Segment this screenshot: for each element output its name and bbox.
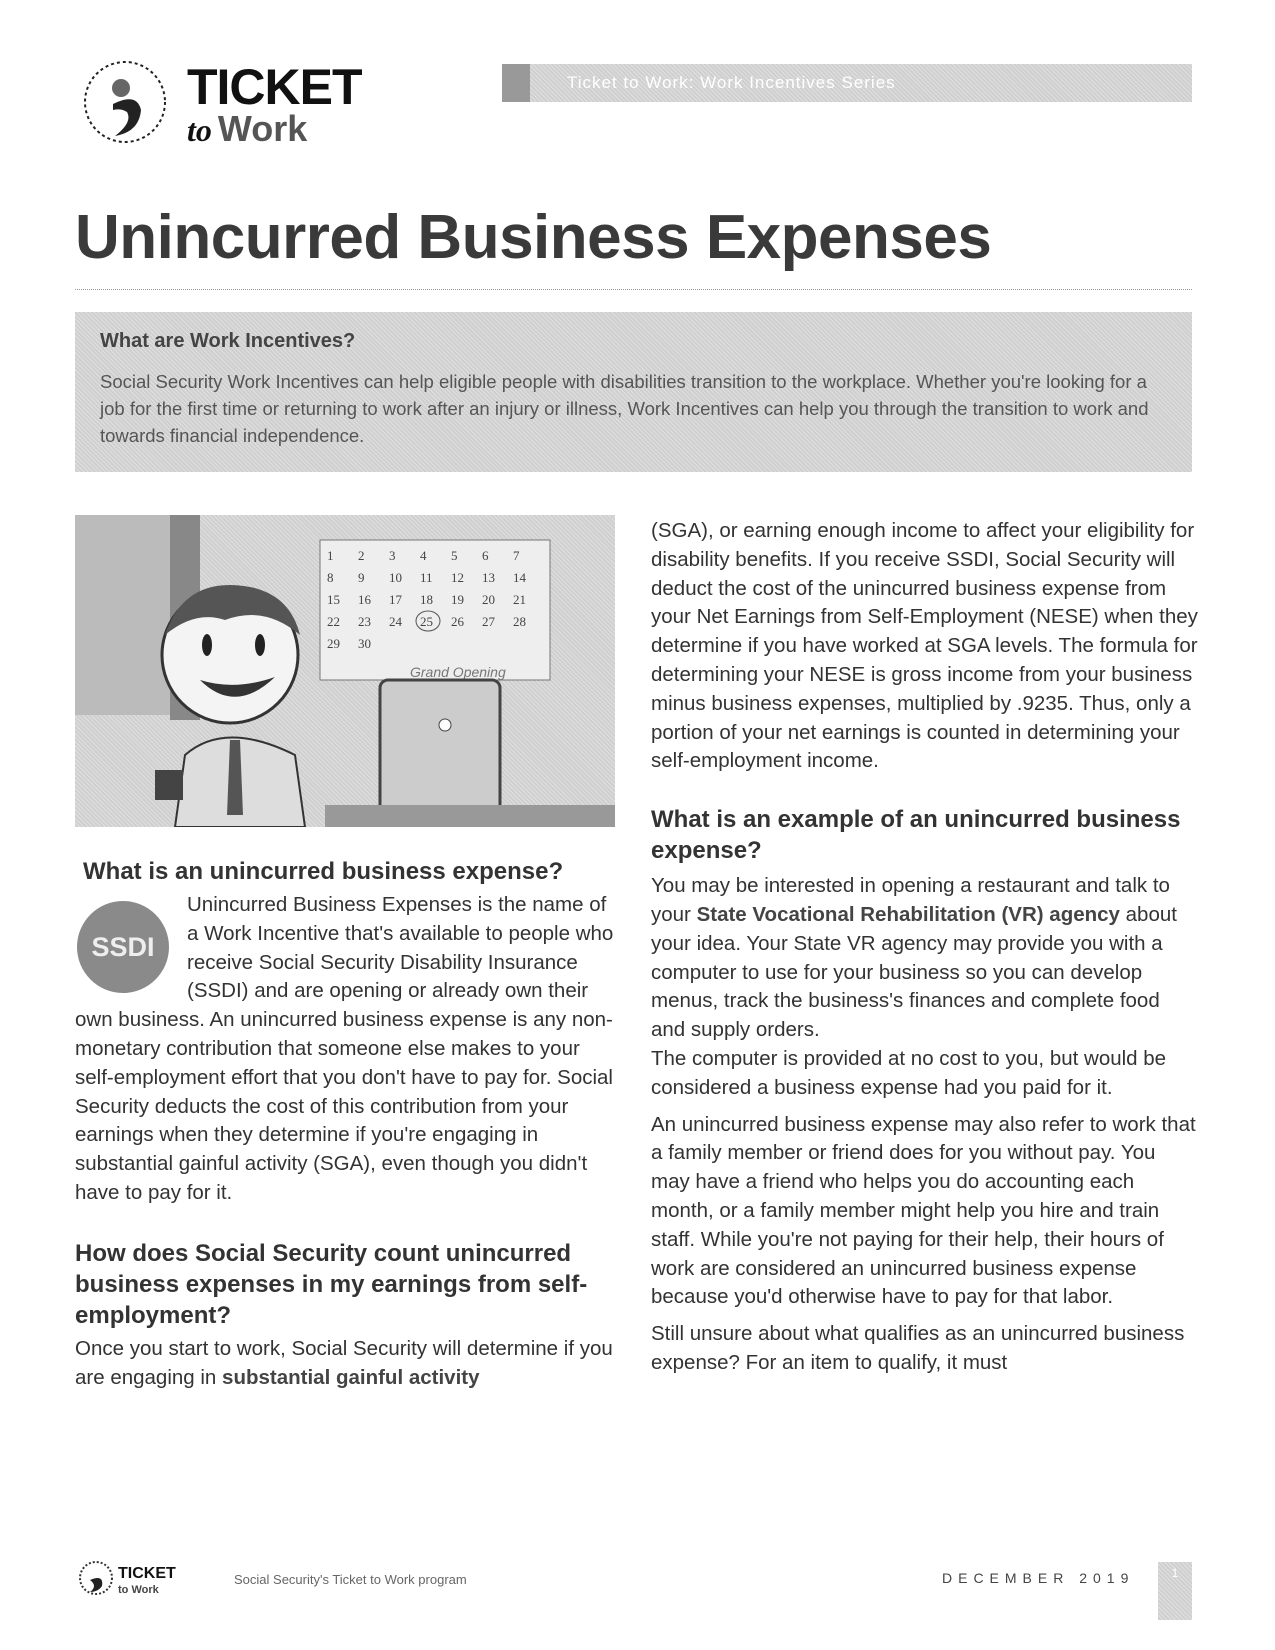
link-vr-agency[interactable]: State Vocational Rehabilitation (VR) age… — [697, 903, 1120, 926]
calendar-day: 2 — [358, 548, 365, 563]
intro-box: What are Work Incentives? Social Securit… — [75, 312, 1192, 472]
paragraph: The computer is provided at no cost to y… — [651, 1046, 1167, 1099]
calendar-icon: 1 2 3 4 5 6 78 9 10 11 12 13 1415 16 17 18 19 20 2122 23 24 2… — [319, 539, 551, 681]
paragraph: (SGA), or earning enough income to affec… — [651, 519, 1198, 773]
calendar-day: 21 — [513, 592, 526, 607]
paragraph: An unincurred business expense may also … — [651, 1112, 1196, 1309]
calendar-day: 25 — [420, 614, 433, 629]
calendar-day: 1 — [327, 548, 334, 563]
calendar-day: 5 — [451, 548, 458, 563]
calendar-day: 13 — [482, 570, 495, 585]
svg-text:TICKET: TICKET — [118, 1565, 176, 1582]
ssdi-badge: SSDI — [77, 901, 169, 993]
right-column: (SGA), or earning enough income to affec… — [651, 517, 1199, 1386]
intro-body: Social Security Work Incentives can help… — [100, 371, 1149, 446]
footer-logo: TICKET to Work — [78, 1558, 188, 1598]
calendar-day: 16 — [358, 592, 372, 607]
calendar-day: 8 — [327, 570, 334, 585]
person-icon — [160, 585, 307, 828]
footer-program: Social Security's Ticket to Work program — [234, 1572, 467, 1587]
page-number: 1 — [1158, 1562, 1192, 1620]
calendar-day: 17 — [389, 592, 403, 607]
section-heading: What is an example of an unincurred busi… — [651, 806, 1181, 865]
mug-icon — [155, 770, 183, 800]
calendar-note: Grand Opening — [410, 664, 506, 680]
series-banner: Ticket to Work: Work Incentives Series — [502, 64, 1192, 102]
calendar-day: 19 — [451, 592, 464, 607]
section-heading: How does Social Security count unincurre… — [75, 1239, 588, 1329]
logo-to-work: to Work — [187, 108, 308, 149]
calendar-day: 14 — [513, 570, 527, 585]
calendar-day: 23 — [358, 614, 371, 629]
paragraph: Still unsure about what qualifies as an … — [651, 1322, 1185, 1374]
paragraph: Once you start to work, Social Security … — [75, 1336, 613, 1389]
paragraph: You may be interested in opening a resta… — [651, 874, 1177, 1042]
intro-heading: What are Work Incentives? — [100, 330, 356, 352]
calendar-day: 6 — [482, 548, 489, 563]
laptop-icon — [325, 678, 615, 827]
ssa-seal-icon — [84, 61, 166, 143]
calendar-day: 15 — [327, 592, 340, 607]
calendar-day: 24 — [389, 614, 403, 629]
calendar-day: 22 — [327, 614, 340, 629]
calendar-day: 27 — [482, 614, 496, 629]
calendar-day: 29 — [327, 636, 340, 651]
divider — [75, 289, 1192, 290]
calendar-day: 18 — [420, 592, 433, 607]
calendar-day: 4 — [420, 548, 427, 563]
calendar-day: 9 — [358, 570, 365, 585]
calendar-day: 3 — [389, 548, 396, 563]
footer-date: DECEMBER 2019 — [942, 1570, 1135, 1586]
left-column: What is an unincurred business expense? … — [75, 856, 620, 1400]
calendar-day: 10 — [389, 570, 402, 585]
calendar-day: 26 — [451, 614, 465, 629]
calendar-day: 7 — [513, 548, 520, 563]
calendar-day: 20 — [482, 592, 495, 607]
section-heading: What is an unincurred business expense? — [83, 858, 564, 885]
svg-text:to Work: to Work — [118, 1584, 160, 1596]
illustration: 1 2 3 4 5 6 7 8 9 10 11 12 13 14 15 16 17 18 19 20 21 22 23 24 2… — [75, 515, 615, 828]
calendar-day: 30 — [358, 636, 371, 651]
page-title: Unincurred Business Expenses — [75, 203, 992, 272]
calendar-day: 28 — [513, 614, 526, 629]
calendar-day: 12 — [451, 570, 464, 585]
calendar-day: 11 — [420, 570, 433, 585]
ticket-to-work-logo: TICKET to Work — [75, 52, 365, 152]
